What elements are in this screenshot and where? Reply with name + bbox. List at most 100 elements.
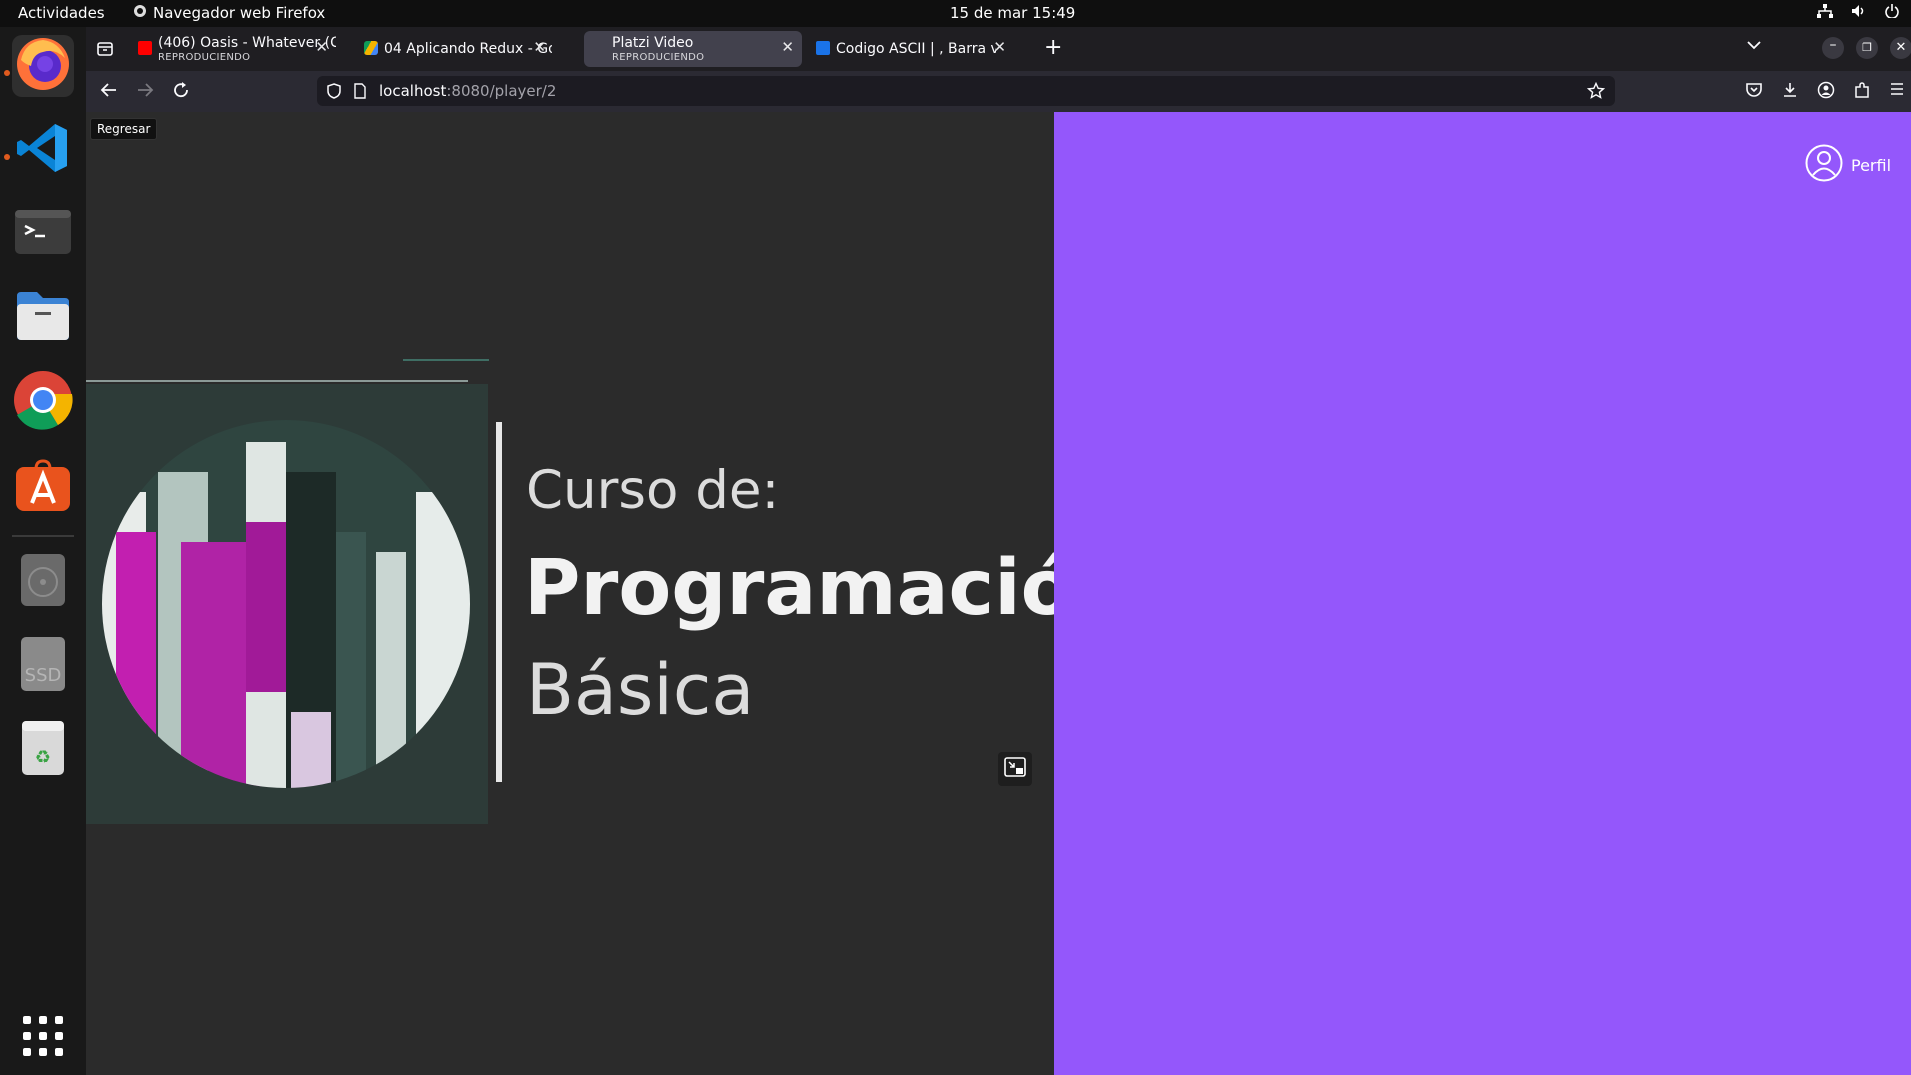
tab-overview-button[interactable] bbox=[96, 40, 114, 62]
restore-button[interactable]: ❐ bbox=[1856, 37, 1878, 59]
tab-bar: (406) Oasis - Whatever (C REPRODUCIENDO … bbox=[86, 27, 1911, 71]
navigation-toolbar: localhost:8080/player/2 bbox=[86, 71, 1911, 112]
system-tray[interactable] bbox=[1817, 4, 1899, 22]
drive-favicon-icon bbox=[364, 41, 378, 55]
apps-grid-icon bbox=[21, 1014, 65, 1062]
ssd-drive-icon: SSD bbox=[19, 635, 67, 697]
tab-close-icon[interactable]: ✕ bbox=[315, 38, 328, 56]
dock-separator bbox=[12, 535, 74, 537]
minimize-button[interactable]: – bbox=[1822, 37, 1844, 59]
url-host: localhost bbox=[379, 82, 447, 100]
forward-button[interactable] bbox=[136, 81, 154, 104]
ascii-favicon-icon bbox=[816, 41, 830, 55]
volume-icon bbox=[1851, 4, 1867, 22]
downloads-button[interactable] bbox=[1781, 81, 1799, 104]
tab-playing-status: REPRODUCIENDO bbox=[158, 52, 251, 63]
page-info-icon[interactable] bbox=[353, 83, 367, 103]
bookmark-star-button[interactable] bbox=[1586, 81, 1606, 104]
chrome-icon bbox=[13, 370, 73, 434]
trash-icon: ♻ bbox=[20, 719, 66, 781]
page-content: Curso de: Programación Básica Regresar P… bbox=[86, 112, 1911, 1075]
firefox-small-icon bbox=[133, 4, 147, 22]
tracking-protection-icon[interactable] bbox=[326, 83, 342, 103]
dock-files[interactable] bbox=[12, 287, 74, 349]
dock-app-center[interactable] bbox=[12, 455, 74, 517]
minimize-icon: – bbox=[1829, 37, 1837, 53]
tab-close-icon[interactable]: ✕ bbox=[781, 38, 794, 56]
address-bar[interactable]: localhost:8080/player/2 bbox=[317, 76, 1615, 106]
disc-drive-icon bbox=[19, 552, 67, 612]
tab-title: Codigo ASCII | , Barra vert bbox=[836, 41, 996, 57]
power-icon bbox=[1885, 4, 1899, 22]
new-tab-button[interactable]: + bbox=[1044, 35, 1062, 60]
svg-text:SSD: SSD bbox=[25, 665, 62, 686]
list-tabs-button[interactable] bbox=[1746, 37, 1762, 57]
dock-vscode[interactable] bbox=[12, 119, 74, 181]
profile-menu[interactable]: Perfil bbox=[1805, 144, 1891, 186]
running-indicator bbox=[4, 70, 10, 76]
reload-icon bbox=[172, 82, 190, 104]
system-top-bar: Actividades Navegador web Firefox 15 de … bbox=[0, 0, 1911, 27]
dock-trash[interactable]: ♻ bbox=[12, 719, 74, 781]
terminal-icon bbox=[15, 208, 71, 260]
svg-text:♻: ♻ bbox=[35, 747, 51, 768]
dock-disc[interactable] bbox=[12, 551, 74, 613]
tab-ascii[interactable]: Codigo ASCII | , Barra vert ✕ bbox=[814, 31, 1014, 67]
course-label: Curso de: bbox=[526, 460, 780, 521]
hamburger-menu-icon bbox=[1889, 81, 1905, 102]
tab-close-icon[interactable]: ✕ bbox=[993, 38, 1006, 56]
list-all-tabs-icon bbox=[96, 42, 114, 62]
chevron-down-icon bbox=[1746, 38, 1762, 57]
tab-title: 04 Aplicando Redux - Goo bbox=[384, 41, 552, 57]
dock-firefox[interactable] bbox=[12, 35, 74, 97]
tab-close-icon[interactable]: ✕ bbox=[533, 38, 546, 56]
activities-button[interactable]: Actividades bbox=[18, 4, 105, 22]
side-panel: Perfil bbox=[1054, 112, 1911, 1075]
reload-button[interactable] bbox=[172, 81, 190, 104]
back-button-tooltip: Regresar bbox=[90, 118, 158, 140]
app-name-label: Navegador web Firefox bbox=[153, 4, 326, 22]
tab-youtube[interactable]: (406) Oasis - Whatever (C REPRODUCIENDO … bbox=[136, 31, 336, 67]
dock-chrome[interactable] bbox=[12, 371, 74, 433]
account-icon bbox=[1817, 81, 1835, 104]
network-icon bbox=[1817, 4, 1833, 22]
puzzle-icon bbox=[1853, 82, 1871, 104]
clock[interactable]: 15 de mar 15:49 bbox=[950, 4, 1075, 22]
pocket-button[interactable] bbox=[1745, 81, 1763, 104]
app-center-icon bbox=[14, 455, 72, 517]
url-text[interactable]: localhost:8080/player/2 bbox=[379, 82, 556, 100]
profile-label: Perfil bbox=[1851, 155, 1892, 175]
back-button[interactable] bbox=[100, 81, 118, 104]
arrow-left-icon bbox=[100, 83, 118, 104]
course-subtitle: Básica bbox=[526, 649, 755, 731]
tab-platzi-video[interactable]: Platzi Video REPRODUCIENDO ✕ bbox=[584, 31, 802, 67]
dock-ssd[interactable]: SSD bbox=[12, 635, 74, 697]
dock: SSD ♻ bbox=[0, 27, 86, 1075]
tab-title: Platzi Video bbox=[612, 35, 694, 51]
close-window-button[interactable]: ✕ bbox=[1890, 37, 1911, 59]
restore-icon: ❐ bbox=[1862, 41, 1872, 54]
pocket-icon bbox=[1745, 83, 1763, 104]
video-player[interactable]: Curso de: Programación Básica Regresar bbox=[86, 112, 1054, 1075]
course-title: Programación bbox=[524, 544, 1054, 633]
show-apps-button[interactable] bbox=[12, 1007, 74, 1069]
arrow-right-icon bbox=[136, 83, 154, 104]
tab-title: (406) Oasis - Whatever (C bbox=[158, 35, 336, 51]
vscode-icon bbox=[15, 120, 71, 180]
app-menu[interactable]: Navegador web Firefox bbox=[133, 4, 325, 22]
tab-playing-status: REPRODUCIENDO bbox=[612, 52, 705, 63]
close-icon: ✕ bbox=[1895, 40, 1907, 55]
url-path: :8080/player/2 bbox=[446, 82, 557, 100]
youtube-favicon-icon bbox=[138, 41, 152, 55]
firefox-icon bbox=[15, 36, 71, 96]
picture-in-picture-button[interactable] bbox=[998, 752, 1032, 786]
dock-terminal[interactable] bbox=[12, 203, 74, 265]
account-button[interactable] bbox=[1817, 81, 1835, 104]
app-menu-button[interactable] bbox=[1889, 81, 1905, 102]
user-avatar-icon bbox=[1805, 144, 1843, 186]
extensions-button[interactable] bbox=[1853, 81, 1871, 104]
plus-icon: + bbox=[1044, 35, 1063, 60]
star-icon bbox=[1586, 81, 1606, 104]
files-folder-icon bbox=[15, 290, 71, 346]
download-icon bbox=[1781, 83, 1799, 104]
